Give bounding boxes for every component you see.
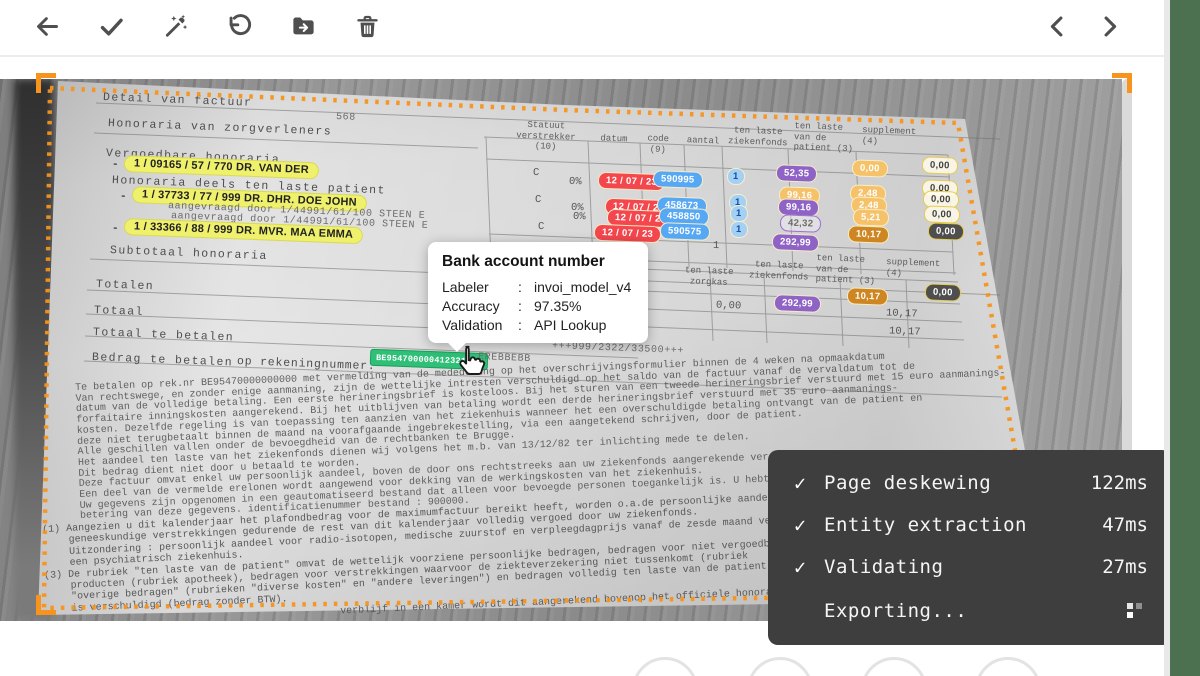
approve-button[interactable] <box>96 14 126 44</box>
undo-button[interactable] <box>224 14 254 44</box>
processing-status-panel: ✓ Page deskewing 122ms ✓ Entity extracti… <box>768 450 1172 645</box>
page-thumb-circle[interactable] <box>747 657 813 676</box>
col-header-ziekenfonds: ten laste ziekenfonds <box>744 259 815 283</box>
cell-subtotal-aantal: 1 <box>713 240 720 252</box>
col-header-aantal: aantal <box>682 135 724 147</box>
crop-handle-top-left[interactable] <box>36 73 56 93</box>
cell-statuut: C <box>533 167 540 179</box>
entity-amount[interactable]: 0,00 <box>925 283 961 301</box>
col-header-code: code (9) <box>638 133 679 156</box>
loading-spinner-icon <box>1127 603 1142 618</box>
tooltip-title: Bank account number <box>442 253 634 271</box>
page-thumb-circle[interactable] <box>861 657 927 676</box>
check-icon <box>98 13 125 45</box>
col-header-patient: ten laste van de patient (3) <box>815 253 888 287</box>
entity-amount[interactable]: 0,00 <box>924 205 960 223</box>
entity-amount[interactable]: 52,35 <box>776 164 818 182</box>
entity-code[interactable]: 590575 <box>660 222 710 240</box>
previous-page-button[interactable] <box>1042 14 1072 44</box>
tooltip-colon: : <box>518 278 534 297</box>
crop-handle-bottom-left[interactable] <box>36 595 56 615</box>
section-totalen: Totalen <box>96 278 155 293</box>
cell-pct: 0% <box>573 211 586 223</box>
col-header-supplement: supplement (4) <box>862 125 927 148</box>
toolbar <box>0 0 1166 57</box>
delete-button[interactable] <box>352 14 382 44</box>
magic-wand-icon <box>162 13 189 45</box>
auto-enhance-button[interactable] <box>160 14 190 44</box>
trash-icon <box>354 13 381 45</box>
col-header-patient: ten laste van de patient (3) <box>793 121 862 155</box>
cell-pct: 0% <box>569 176 582 188</box>
check-icon: ✓ <box>794 555 824 579</box>
tooltip-value: 97.35% <box>534 297 581 316</box>
step-label: Exporting... <box>824 600 967 622</box>
back-icon <box>34 13 61 45</box>
cell-total-zorgkas: 0,00 <box>716 300 742 313</box>
col-header-supplement: supplement (4) <box>886 257 949 280</box>
step-time: 47ms <box>1102 514 1148 536</box>
list-dash: - <box>112 159 119 171</box>
col-header-statuut: Statuut verstrekker (10) <box>504 119 587 154</box>
entity-aantal[interactable]: 1 <box>727 168 745 185</box>
step-time: 122ms <box>1091 472 1148 494</box>
entity-amount[interactable]: 0,00 <box>852 159 888 177</box>
check-icon: ✓ <box>794 513 824 537</box>
step-label: Entity extraction <box>824 514 1027 536</box>
cell-statuut: C <box>535 194 542 206</box>
entity-amount[interactable]: 0,00 <box>928 222 964 240</box>
page-thumb-circle[interactable] <box>632 657 698 676</box>
tooltip-value: invoi_model_v4 <box>534 278 631 297</box>
tooltip-colon: : <box>518 316 534 335</box>
entity-aantal[interactable]: 1 <box>730 221 748 238</box>
col-header-datum: datum <box>592 133 636 145</box>
entity-amount[interactable]: 292,99 <box>772 233 819 251</box>
entity-amount[interactable]: 42,32 <box>780 214 822 232</box>
entity-code[interactable]: 590995 <box>653 170 703 188</box>
step-label: Page deskewing <box>824 472 991 494</box>
back-button[interactable] <box>32 14 62 44</box>
folder-export-icon <box>290 13 317 45</box>
page-ref: 568 <box>336 112 356 124</box>
undo-rotate-icon <box>226 13 253 45</box>
cell-totaal: 10,17 <box>886 307 918 320</box>
tooltip-label: Accuracy <box>442 297 518 316</box>
list-dash: - <box>112 223 119 235</box>
entity-amount[interactable]: 99,16 <box>778 198 820 216</box>
crop-handle-top-right[interactable] <box>1112 73 1132 93</box>
list-dash: - <box>120 191 127 203</box>
step-label: Validating <box>824 556 943 578</box>
chevron-right-icon <box>1096 13 1123 45</box>
page-thumb-circle[interactable] <box>975 657 1041 676</box>
next-page-button[interactable] <box>1094 14 1124 44</box>
chevron-left-icon <box>1044 13 1071 45</box>
entity-amount[interactable]: 10,17 <box>848 225 890 243</box>
tooltip-label: Validation <box>442 316 518 335</box>
document-labeling-app: Detail van factuur Honoraria van zorgver… <box>0 0 1200 676</box>
entity-amount[interactable]: 0,00 <box>922 156 958 174</box>
entity-amount[interactable]: 10,17 <box>847 287 889 305</box>
cell-totaal-te-betalen: 10,17 <box>889 325 921 338</box>
export-to-folder-button[interactable] <box>288 14 318 44</box>
cell-statuut: C <box>538 221 545 233</box>
entity-amount[interactable]: 292,99 <box>774 294 821 312</box>
tooltip-label: Labeler <box>442 278 518 297</box>
side-panel-edge <box>1170 0 1200 676</box>
section-totaal: Totaal <box>94 304 144 319</box>
step-time: 27ms <box>1102 556 1148 578</box>
col-header-zorgkas: ten laste zorgkas <box>678 265 741 288</box>
entity-tooltip: Bank account number Labeler : invoi_mode… <box>428 242 648 343</box>
pointer-cursor-icon <box>452 343 490 381</box>
entity-amount[interactable]: 5,21 <box>853 208 889 226</box>
tooltip-colon: : <box>518 297 534 316</box>
tooltip-value: API Lookup <box>534 316 606 335</box>
entity-date[interactable]: 12 / 07 / 23 <box>594 224 662 243</box>
check-icon: ✓ <box>794 471 824 495</box>
col-header-ziekenfonds: ten laste ziekenfonds <box>726 125 791 148</box>
entity-aantal[interactable]: 1 <box>730 205 748 222</box>
